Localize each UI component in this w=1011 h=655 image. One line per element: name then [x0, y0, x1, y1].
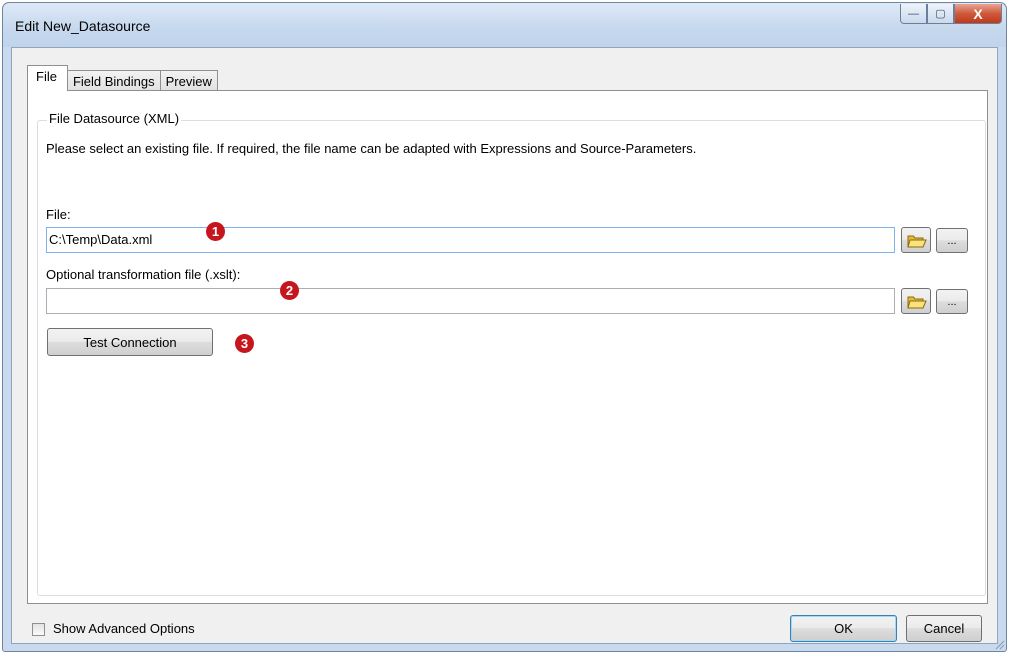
cancel-button[interactable]: Cancel [906, 615, 982, 642]
callout-badge-1: 1 [206, 222, 225, 241]
transform-expression-button[interactable]: ... [936, 289, 968, 314]
folder-open-icon [907, 294, 927, 309]
tab-preview[interactable]: Preview [159, 70, 218, 91]
minimize-button[interactable]: — [900, 4, 927, 24]
callout-badge-2: 2 [280, 281, 299, 300]
resize-grip-icon[interactable] [993, 638, 1005, 650]
ok-button[interactable]: OK [790, 615, 897, 642]
dialog-client-area: File Field Bindings Preview File Datasou… [11, 47, 998, 644]
browse-transform-button[interactable] [901, 288, 931, 314]
dialog-window: Edit New_Datasource — ▢ X File Field Bin… [2, 2, 1007, 652]
group-description: Please select an existing file. If requi… [46, 141, 697, 156]
file-expression-button[interactable]: ... [936, 228, 968, 253]
show-advanced-checkbox[interactable] [32, 623, 45, 636]
file-datasource-group [37, 120, 986, 596]
group-title: File Datasource (XML) [47, 111, 182, 126]
callout-badge-3: 3 [235, 334, 254, 353]
test-connection-button[interactable]: Test Connection [47, 328, 213, 356]
folder-open-icon [907, 233, 927, 248]
tab-field-bindings[interactable]: Field Bindings [66, 70, 161, 91]
tab-file[interactable]: File [27, 65, 68, 91]
file-path-input[interactable]: C:\Temp\Data.xml [46, 227, 895, 253]
caption-buttons: — ▢ X [900, 4, 1002, 28]
tab-strip: File Field Bindings Preview [27, 65, 218, 91]
file-label: File: [46, 207, 71, 222]
tab-panel-file: File Datasource (XML) Please select an e… [27, 90, 988, 604]
show-advanced-label[interactable]: Show Advanced Options [53, 621, 195, 636]
close-button[interactable]: X [954, 4, 1002, 24]
transform-label: Optional transformation file (.xslt): [46, 267, 241, 282]
browse-file-button[interactable] [901, 227, 931, 253]
maximize-button[interactable]: ▢ [927, 4, 954, 24]
window-title: Edit New_Datasource [15, 18, 151, 34]
title-bar[interactable]: Edit New_Datasource — ▢ X [3, 3, 1006, 47]
transform-file-input[interactable] [46, 288, 895, 314]
